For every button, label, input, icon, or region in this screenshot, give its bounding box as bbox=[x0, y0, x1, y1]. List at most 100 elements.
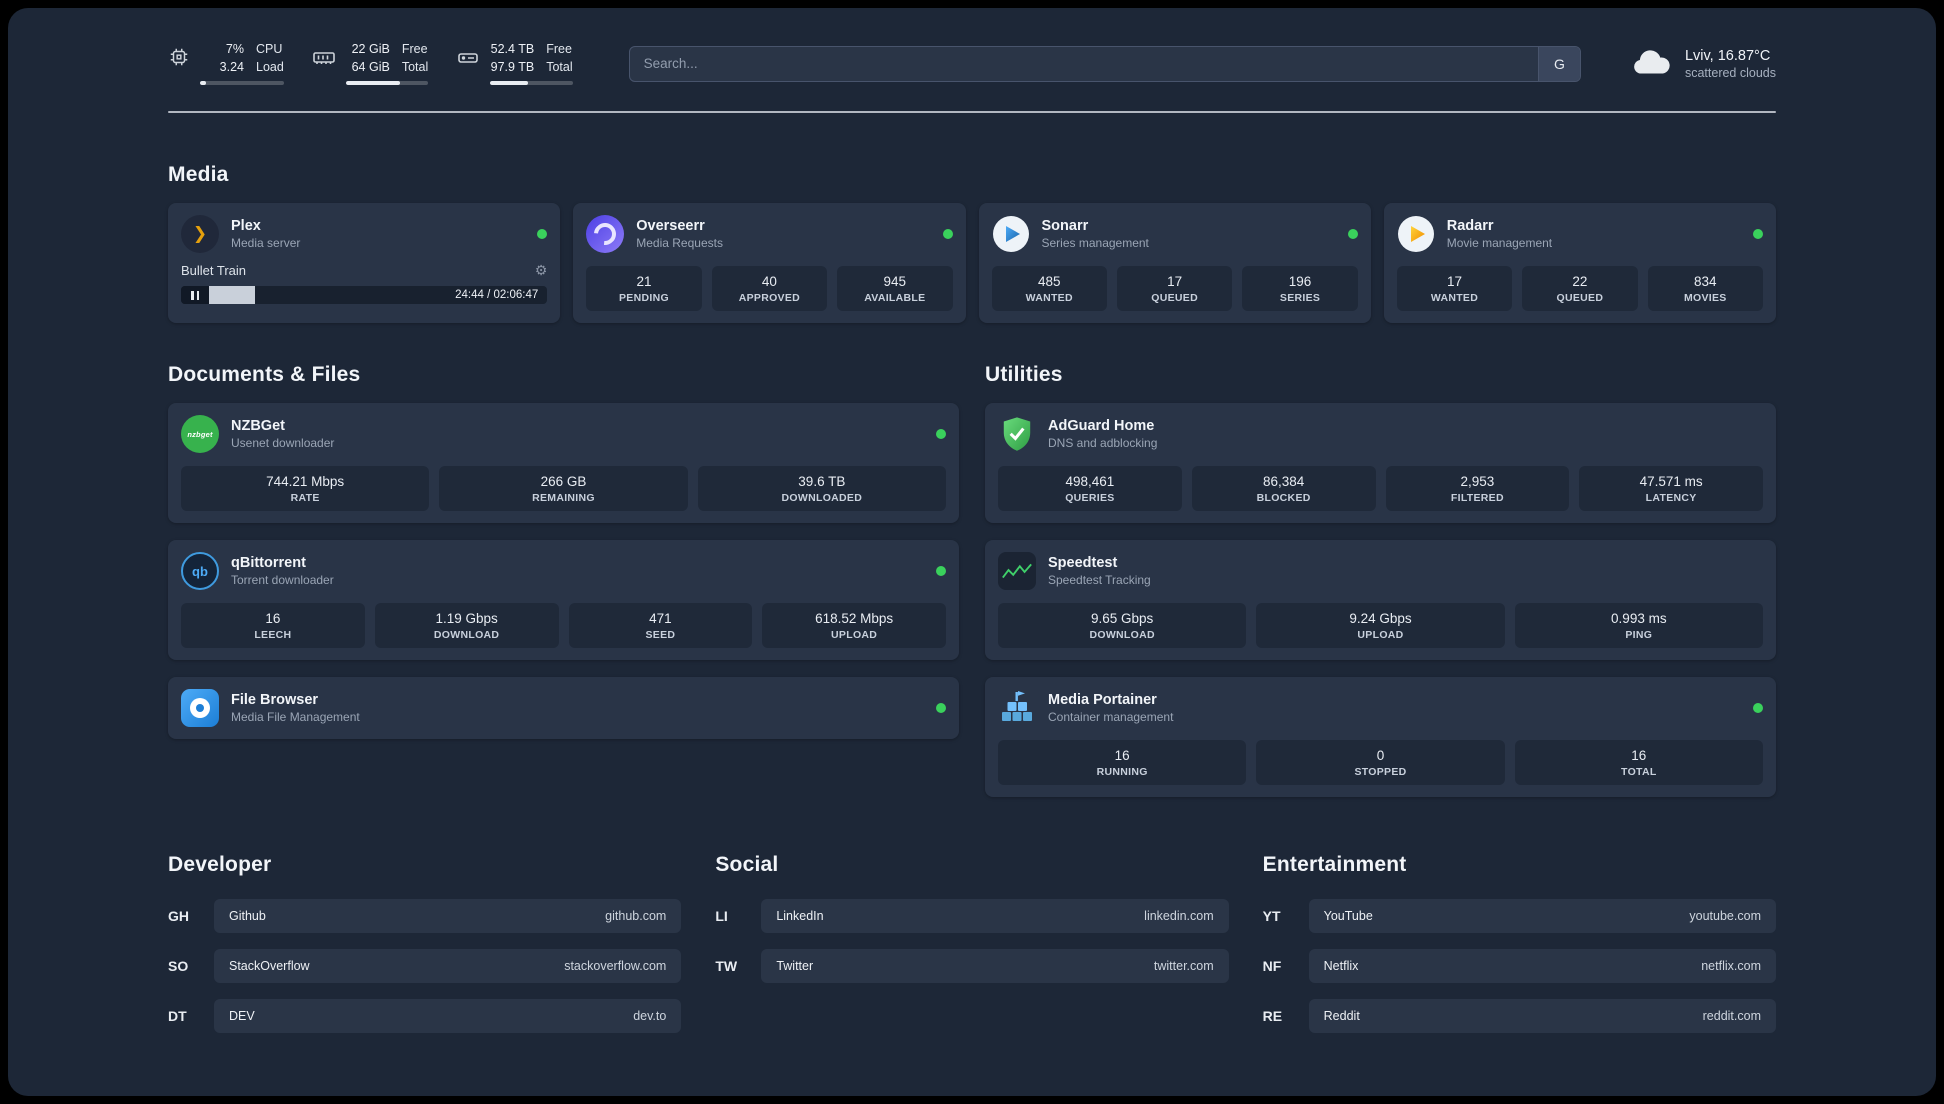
stat-tile: 16 RUNNING bbox=[998, 740, 1247, 786]
bookmark-abbr: NF bbox=[1262, 958, 1282, 975]
bookmark-abbr: YT bbox=[1262, 908, 1281, 925]
status-dot bbox=[1753, 703, 1763, 714]
developer-section-title: Developer bbox=[168, 853, 272, 877]
stat-tile: 17 WANTED bbox=[1396, 266, 1513, 312]
app-name: Media Portainer bbox=[1048, 692, 1157, 709]
stat-tile: 196 SERIES bbox=[1242, 266, 1358, 312]
dashboard-page: 7% 3.24 CPU Load 22 GiB 64 GiB Free Tota… bbox=[8, 8, 1936, 1096]
stat-tile: 22 QUEUED bbox=[1522, 266, 1638, 312]
stat-tile: 40 APPROVED bbox=[711, 266, 828, 312]
cpu-progress-bar bbox=[200, 81, 284, 86]
speedtest-sparkline-icon bbox=[998, 552, 1036, 591]
portainer-card[interactable]: Media Portainer Container management 16 … bbox=[985, 677, 1776, 798]
stat-tile: 47.571 ms LATENCY bbox=[1579, 466, 1763, 512]
app-name: Overseerr bbox=[636, 218, 705, 235]
status-dot bbox=[942, 229, 953, 240]
bookmark-twitter[interactable]: Twitter twitter.com bbox=[761, 949, 1229, 984]
utilities-section-title: Utilities bbox=[985, 363, 1063, 387]
cpu-usage-value: 7% bbox=[225, 42, 244, 56]
bookmark-youtube[interactable]: YouTube youtube.com bbox=[1308, 899, 1776, 934]
bookmark-dev[interactable]: DEV dev.to bbox=[214, 999, 682, 1034]
app-subtitle: Media server bbox=[231, 236, 301, 251]
adguard-card[interactable]: AdGuard Home DNS and adblocking 498,461 … bbox=[985, 403, 1776, 524]
entertainment-section-title: Entertainment bbox=[1262, 853, 1407, 877]
app-subtitle: Media File Management bbox=[231, 710, 360, 725]
radarr-card[interactable]: Radarr Movie management 17 WANTED 22 QUE… bbox=[1383, 203, 1776, 324]
bookmark-linkedin[interactable]: LinkedIn linkedin.com bbox=[761, 899, 1229, 934]
stat-tile: 86,384 BLOCKED bbox=[1191, 466, 1376, 512]
stat-tile: 0.993 ms PING bbox=[1514, 603, 1763, 649]
stat-tile: 9.24 Gbps UPLOAD bbox=[1256, 603, 1505, 649]
bookmark-reddit[interactable]: Reddit reddit.com bbox=[1308, 999, 1776, 1034]
app-subtitle: Container management bbox=[1048, 710, 1174, 725]
sonarr-card[interactable]: Sonarr Series management 485 WANTED 17 Q… bbox=[978, 203, 1371, 324]
memory-progress-bar bbox=[345, 81, 429, 86]
bookmark-abbr: SO bbox=[168, 958, 189, 975]
weather-widget: Lviv, 16.87°C scattered clouds bbox=[1629, 48, 1776, 80]
pause-button[interactable] bbox=[181, 286, 209, 305]
bookmark-row: DT DEV dev.to bbox=[168, 999, 682, 1034]
documents-section-title: Documents & Files bbox=[168, 363, 361, 387]
qbittorrent-icon: qb bbox=[181, 552, 219, 591]
memory-free-value: 22 GiB bbox=[351, 42, 390, 56]
plex-card[interactable]: ❯ Plex Media server Bullet Train ⚙ 24:44… bbox=[168, 203, 561, 324]
adguard-shield-icon bbox=[998, 415, 1036, 453]
status-dot bbox=[1347, 229, 1358, 240]
status-dot bbox=[537, 229, 548, 240]
speedtest-card[interactable]: Speedtest Speedtest Tracking 9.65 Gbps D… bbox=[985, 540, 1776, 661]
search-engine-button[interactable]: G bbox=[1537, 46, 1580, 81]
cpu-label: CPU bbox=[256, 42, 283, 56]
filebrowser-card[interactable]: File Browser Media File Management bbox=[168, 677, 959, 740]
qbittorrent-card[interactable]: qb qBittorrent Torrent downloader 16 LEE… bbox=[168, 540, 959, 661]
stat-tile: 9.65 Gbps DOWNLOAD bbox=[998, 603, 1247, 649]
cpu-load-value: 3.24 bbox=[219, 59, 244, 74]
nzbget-card[interactable]: nzbget NZBGet Usenet downloader 744.21 M… bbox=[168, 403, 959, 524]
filebrowser-icon bbox=[181, 689, 219, 728]
bookmark-netflix[interactable]: Netflix netflix.com bbox=[1308, 949, 1776, 984]
cpu-metric: 7% 3.24 CPU Load bbox=[168, 42, 284, 86]
documents-section: Documents & Files nzbget NZBGet Usenet d… bbox=[168, 363, 959, 740]
stat-tile: 16 LEECH bbox=[181, 603, 365, 649]
gear-icon[interactable]: ⚙ bbox=[535, 262, 548, 279]
bookmark-abbr: GH bbox=[168, 908, 189, 925]
stat-tile: 485 WANTED bbox=[991, 266, 1107, 312]
stat-tile: 744.21 Mbps RATE bbox=[181, 466, 430, 512]
weather-location: Lviv, 16.87°C bbox=[1684, 47, 1771, 64]
bookmark-row: TW Twitter twitter.com bbox=[715, 949, 1229, 984]
overseerr-card[interactable]: Overseerr Media Requests 21 PENDING 40 A… bbox=[573, 203, 966, 324]
disk-progress-bar bbox=[490, 81, 573, 86]
cpu-chip-icon bbox=[170, 48, 188, 66]
nzbget-icon: nzbget bbox=[181, 415, 219, 454]
cpu-load-label: Load bbox=[256, 59, 284, 74]
bookmark-row: GH Github github.com bbox=[168, 899, 682, 934]
search-input[interactable] bbox=[629, 46, 1538, 81]
bookmark-github[interactable]: Github github.com bbox=[214, 899, 682, 934]
app-name: Speedtest bbox=[1048, 555, 1118, 572]
social-section: Social LI LinkedIn linkedin.com TW Twitt… bbox=[715, 853, 1229, 1049]
app-subtitle: Usenet downloader bbox=[231, 436, 335, 451]
media-section: Media ❯ Plex Media server Bullet Train ⚙ bbox=[168, 163, 1776, 324]
entertainment-section: Entertainment YT YouTube youtube.com NF … bbox=[1263, 853, 1776, 1049]
memory-total-value: 64 GiB bbox=[351, 59, 390, 74]
app-subtitle: Movie management bbox=[1446, 236, 1553, 251]
stat-tile: 266 GB REMAINING bbox=[439, 466, 688, 512]
bookmark-abbr: TW bbox=[715, 958, 738, 975]
app-name: Sonarr bbox=[1041, 218, 1089, 235]
playback-progress-bar[interactable]: 24:44 / 02:06:47 bbox=[181, 286, 548, 305]
status-dot bbox=[936, 703, 946, 714]
weather-condition: scattered clouds bbox=[1684, 65, 1776, 80]
stat-tile: 945 AVAILABLE bbox=[837, 266, 953, 312]
app-subtitle: Torrent downloader bbox=[231, 573, 334, 588]
developer-section: Developer GH Github github.com SO StackO… bbox=[168, 853, 682, 1049]
bookmark-stackoverflow[interactable]: StackOverflow stackoverflow.com bbox=[214, 949, 682, 984]
stat-tile: 2,953 FILTERED bbox=[1385, 466, 1570, 512]
bookmark-abbr: DT bbox=[168, 1008, 187, 1025]
stat-tile: 0 STOPPED bbox=[1256, 740, 1505, 786]
app-subtitle: Speedtest Tracking bbox=[1048, 573, 1151, 588]
radarr-icon bbox=[1397, 215, 1435, 253]
stat-tile: 17 QUEUED bbox=[1116, 266, 1233, 312]
search-bar: G bbox=[628, 45, 1581, 82]
app-name: Radarr bbox=[1446, 218, 1494, 235]
stat-tile: 471 SEED bbox=[568, 603, 753, 649]
status-dot bbox=[936, 429, 946, 440]
